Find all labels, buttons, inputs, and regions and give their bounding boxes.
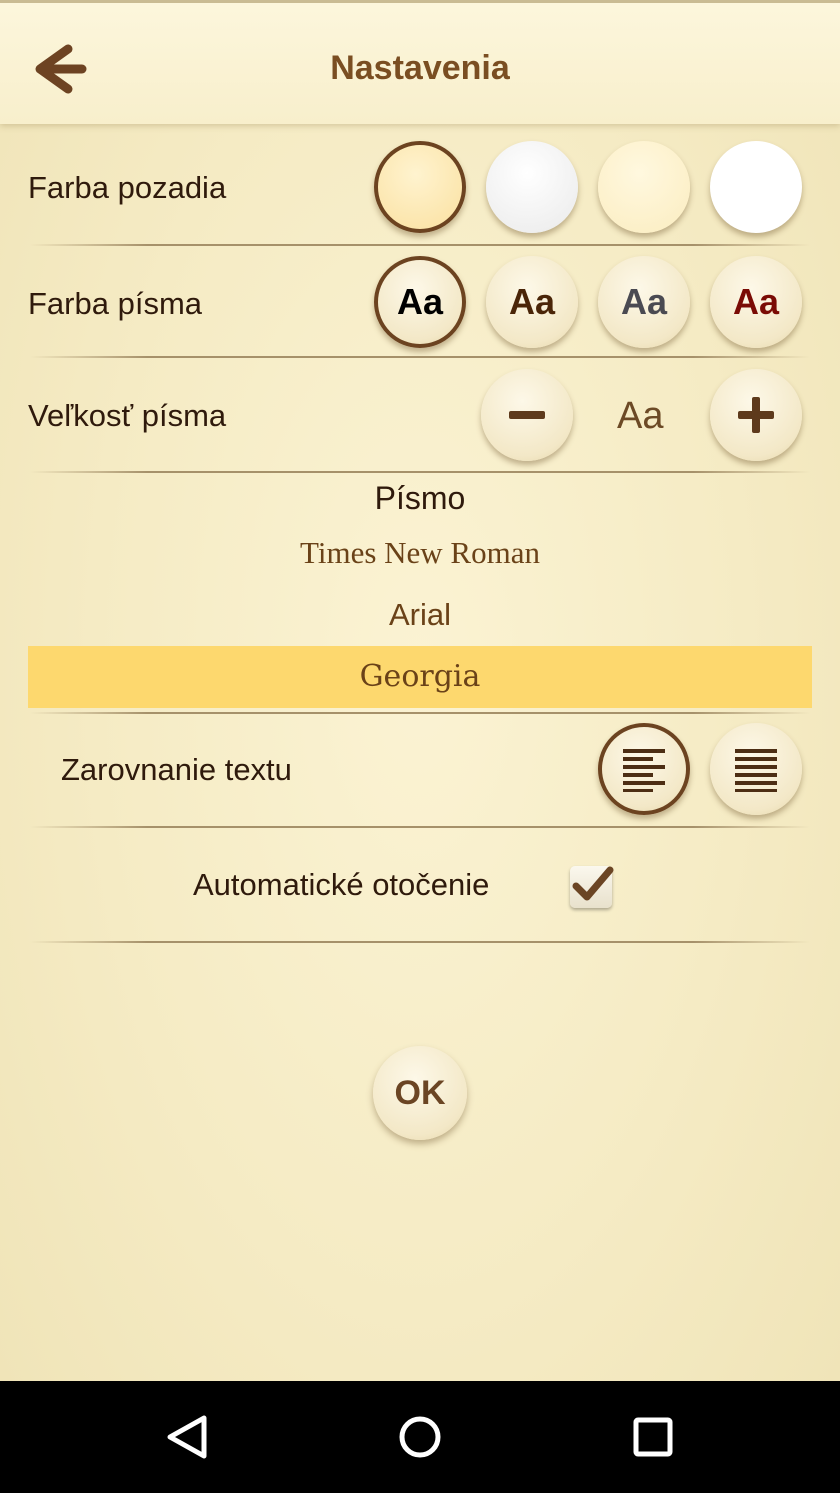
decrease-font-size-button[interactable] xyxy=(481,369,573,461)
nav-recents-button[interactable] xyxy=(617,1401,689,1473)
text-color-sample: Aa xyxy=(732,281,780,322)
divider xyxy=(30,941,810,943)
align-justify-icon xyxy=(735,749,777,792)
font-heading: Písmo xyxy=(374,480,466,516)
text-color-label: Farba písma xyxy=(28,286,203,321)
text-color-brown[interactable]: Aa xyxy=(486,256,578,348)
system-navigation-bar xyxy=(0,1381,840,1493)
plus-icon xyxy=(738,397,774,433)
nav-back-button[interactable] xyxy=(151,1401,223,1473)
text-color-sample: Aa xyxy=(396,281,444,322)
divider xyxy=(30,244,810,246)
auto-rotate-label: Automatické otočenie xyxy=(193,867,490,902)
divider xyxy=(30,712,810,714)
ok-button[interactable]: OK xyxy=(373,1046,467,1140)
font-option-times-new-roman[interactable]: Times New Roman xyxy=(28,522,812,584)
nav-recents-icon xyxy=(633,1417,673,1457)
divider xyxy=(30,826,810,828)
font-size-preview: Aa xyxy=(617,395,664,437)
nav-back-icon xyxy=(167,1415,207,1459)
nav-home-icon xyxy=(399,1416,441,1458)
increase-font-size-button[interactable] xyxy=(710,369,802,461)
font-size-label: Veľkosť písma xyxy=(28,398,227,433)
text-color-dark-red[interactable]: Aa xyxy=(710,256,802,348)
page-title: Nastavenia xyxy=(330,49,510,87)
background-swatch-light-gray[interactable] xyxy=(486,141,578,233)
app-header: Nastavenia xyxy=(0,0,840,124)
background-color-label: Farba pozadia xyxy=(28,170,227,205)
background-swatch-light-cream[interactable] xyxy=(598,141,690,233)
align-left-button[interactable] xyxy=(598,723,690,815)
text-color-gray[interactable]: Aa xyxy=(598,256,690,348)
text-alignment-label: Zarovnanie textu xyxy=(61,752,292,787)
align-justify-button[interactable] xyxy=(710,723,802,815)
background-swatch-cream[interactable] xyxy=(374,141,466,233)
divider xyxy=(30,471,810,473)
align-left-icon xyxy=(623,749,665,792)
checkmark-icon xyxy=(572,866,614,901)
font-option-georgia[interactable]: Georgia xyxy=(28,646,812,708)
auto-rotate-checkbox[interactable] xyxy=(570,866,614,908)
text-color-black[interactable]: Aa xyxy=(374,256,466,348)
minus-icon xyxy=(509,411,545,419)
divider xyxy=(30,356,810,358)
text-color-sample: Aa xyxy=(508,281,556,322)
background-swatch-white[interactable] xyxy=(710,141,802,233)
nav-home-button[interactable] xyxy=(384,1401,456,1473)
font-option-arial[interactable]: Arial xyxy=(28,584,812,646)
text-color-sample: Aa xyxy=(620,281,668,322)
